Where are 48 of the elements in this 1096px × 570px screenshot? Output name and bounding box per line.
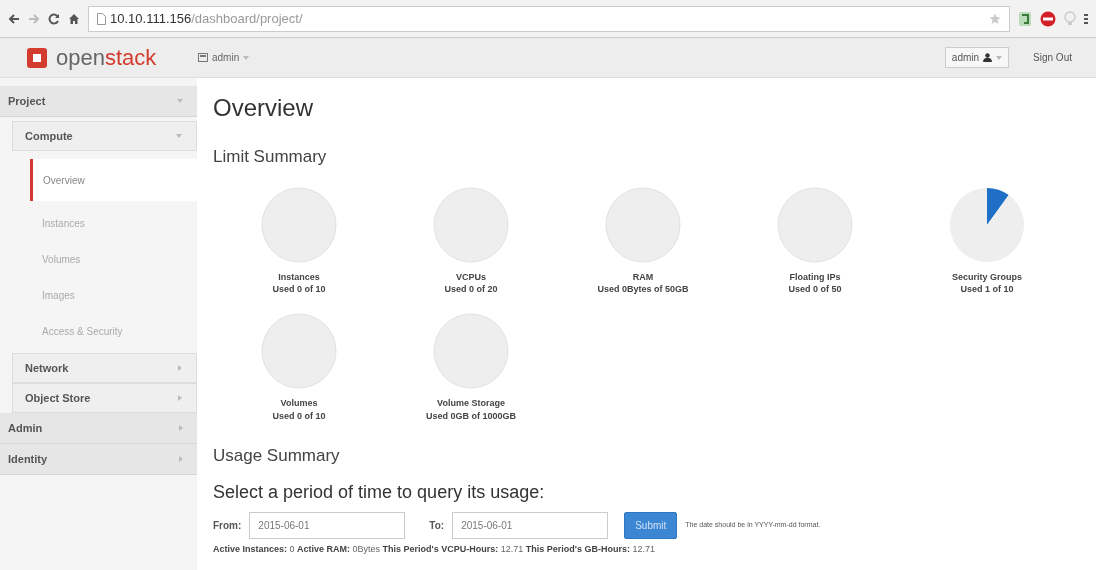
limit-name: Volumes [279,397,319,410]
sidebar-section[interactable]: Object Store [12,383,197,413]
caret-icon [178,395,182,401]
to-date-field[interactable]: 2015-06-01 [452,511,609,539]
extension-icon[interactable] [1040,9,1056,28]
sidebar-section[interactable]: Identity [0,444,197,475]
from-date-field[interactable]: 2015-06-01 [249,511,406,539]
sign-out-link[interactable]: Sign Out [1033,50,1072,65]
limit-usage: Used 0 of 10 [272,409,326,422]
sidebar-section[interactable]: Admin [0,413,197,444]
usage-totals: Active Instances: 0 Active RAM: 0Bytes This Period's VCPU-Hours: 12.71 This Period's GB-Hours: 12.71 [213,542,656,556]
page-title: Overview [213,94,315,123]
sidebar-section[interactable]: Network [12,353,197,383]
url-path: /dashboard/project/ [191,10,303,26]
limit-name: VCPUs [455,271,487,284]
section-heading: Usage Summary [213,445,341,467]
field-label: To: [429,518,445,533]
user-icon [983,53,993,62]
caret-icon [177,99,183,103]
url-host: 10.10.111.156 [110,10,192,26]
limit-usage: Used 0Bytes of 50GB [597,283,689,296]
limit-usage: Used 0GB of 1000GB [426,409,516,422]
logo-text: openstack [56,44,157,72]
limit-usage: Used 0 of 10 [272,283,326,296]
limit-name: RAM [631,271,655,284]
limit-name: Volume Storage [436,397,506,410]
folder-icon [198,53,208,62]
extension-icon[interactable] [1018,9,1032,28]
caret-icon [178,365,182,371]
sidebar-item[interactable]: Overview [30,159,197,201]
limit-usage: Used 1 of 10 [959,283,1015,296]
limit-name: Security Groups [952,271,1022,284]
query-heading: Select a period of time to query its usage: [213,482,546,504]
caret-icon [176,134,182,138]
caret-icon [179,425,183,431]
field-label: From: [213,518,242,533]
sidebar-section[interactable]: Project [0,86,197,117]
project-menu[interactable]: admin [197,49,251,66]
limit-usage: Used 0 of 50 [788,283,842,296]
user-menu[interactable]: admin [944,47,1010,68]
limit-name: Floating IPs [788,271,842,284]
limit-name: Instances [277,271,321,284]
caret-icon [179,456,183,462]
sidebar-section[interactable]: Compute [12,121,197,151]
limit-usage: Used 0 of 20 [444,283,498,296]
address-bar[interactable]: 10.10.111.156/dashboard/project/ [88,5,1010,32]
logo-icon [26,46,48,69]
section-heading: Limit Summary [213,146,328,168]
